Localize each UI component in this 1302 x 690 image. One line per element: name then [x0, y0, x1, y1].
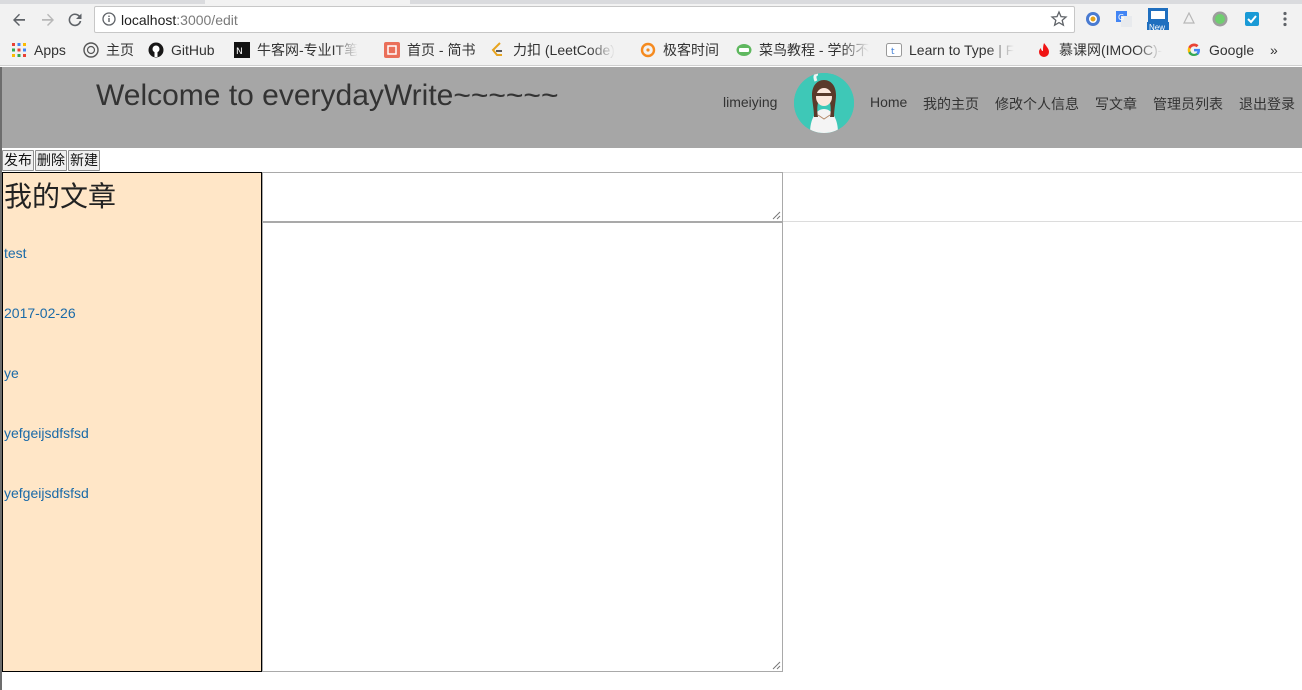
nav-logout[interactable]: 退出登录 [1239, 94, 1295, 114]
avatar[interactable] [794, 73, 854, 133]
back-arrow-icon [13, 13, 25, 26]
reload-icon [68, 13, 82, 27]
bookmark-geektime[interactable]: 极客时间 [640, 41, 728, 59]
site-title: Welcome to everydayWrite~~~~~~ [96, 79, 559, 112]
geektime-icon [640, 42, 656, 58]
bookmark-google[interactable]: Google [1186, 41, 1266, 59]
jianshu-icon [384, 42, 400, 58]
bookmark-runoob[interactable]: 菜鸟教程 - 学的不 [736, 41, 876, 59]
bookmark-apps[interactable]: Apps [11, 41, 73, 59]
circle-extension-icon[interactable] [1211, 10, 1229, 28]
nowcoder-icon: N [234, 42, 250, 58]
site-header: Welcome to everydayWrite~~~~~~ limeiying… [2, 67, 1302, 148]
extension-globe-icon[interactable] [1084, 10, 1102, 28]
sidebar-title: 我的文章 [4, 181, 117, 212]
address-bar[interactable]: localhost:3000/edit [94, 6, 1075, 33]
forward-arrow-icon [42, 13, 54, 26]
editor-actions: 发布 删除 新建 [2, 150, 101, 172]
article-link[interactable]: 2017-02-26 [4, 305, 76, 321]
svg-text:G: G [1118, 13, 1124, 22]
bookmark-star-icon[interactable] [1050, 10, 1068, 28]
tampermonkey-icon[interactable] [1243, 10, 1261, 28]
svg-text:N: N [236, 47, 243, 57]
new-extension-icon[interactable]: New [1146, 8, 1170, 32]
nav-admin-list[interactable]: 管理员列表 [1153, 94, 1223, 114]
resize-handle-icon[interactable] [772, 211, 781, 220]
username[interactable]: limeiying [723, 94, 777, 110]
nav-my-homepage[interactable]: 我的主页 [923, 94, 979, 114]
reload-button[interactable] [63, 8, 87, 32]
nav-home[interactable]: Home [870, 94, 907, 110]
bookmark-learn-to-type[interactable]: t Learn to Type | F [886, 41, 1026, 59]
back-button[interactable] [7, 8, 31, 32]
bookmark-home[interactable]: 主页 [83, 41, 138, 59]
article-link[interactable]: yefgeijsdfsfsd [4, 485, 89, 501]
bookmark-nowcoder[interactable]: N 牛客网-专业IT笔 [234, 41, 370, 59]
resize-handle-icon[interactable] [772, 661, 781, 670]
apps-grid-icon [11, 42, 27, 58]
svg-text:t: t [891, 47, 895, 57]
nav-write-article[interactable]: 写文章 [1095, 94, 1137, 114]
leetcode-icon [490, 42, 506, 58]
article-link[interactable]: test [4, 245, 27, 261]
delete-button[interactable]: 删除 [35, 150, 67, 171]
bookmark-github[interactable]: GitHub [148, 41, 224, 59]
nav-edit-profile[interactable]: 修改个人信息 [995, 94, 1079, 114]
imooc-icon [1036, 42, 1052, 58]
bookmark-jianshu[interactable]: 首页 - 简书 [384, 41, 480, 59]
info-icon[interactable] [102, 12, 116, 26]
forward-button[interactable] [36, 8, 60, 32]
github-icon [148, 42, 164, 58]
google-icon [1186, 42, 1202, 58]
translate-icon[interactable]: G [1115, 10, 1133, 28]
runoob-icon [736, 42, 752, 58]
bookmark-leetcode[interactable]: 力扣 (LeetCode) [490, 41, 626, 59]
divider [782, 221, 1302, 222]
tree-extension-icon[interactable] [1180, 10, 1198, 28]
new-badge: New [1149, 23, 1166, 32]
typing-icon: t [886, 42, 902, 58]
home-icon [83, 42, 99, 58]
bookmark-imooc[interactable]: 慕课网(IMOOC)- [1036, 41, 1176, 59]
article-link[interactable]: yefgeijsdfsfsd [4, 425, 89, 441]
menu-kebab-icon[interactable] [1276, 10, 1294, 28]
bookmarks-bar: Apps 主页 GitHub N 牛客网-专业IT笔 首页 - 简书 力扣 (L… [0, 35, 1302, 66]
article-title-textarea[interactable] [262, 172, 783, 222]
article-sidebar: 我的文章 test 2017-02-26 ye yefgeijsdfsfsd y… [2, 172, 262, 672]
bookmarks-overflow-button[interactable]: » [1270, 41, 1284, 59]
url-text: localhost:3000/edit [121, 12, 238, 28]
browser-toolbar: localhost:3000/edit G New [0, 4, 1302, 35]
new-button[interactable]: 新建 [68, 150, 100, 171]
publish-button[interactable]: 发布 [2, 150, 34, 171]
article-body-textarea[interactable] [262, 222, 783, 672]
page-content: Welcome to everydayWrite~~~~~~ limeiying… [2, 67, 1302, 690]
article-link[interactable]: ye [4, 365, 19, 381]
